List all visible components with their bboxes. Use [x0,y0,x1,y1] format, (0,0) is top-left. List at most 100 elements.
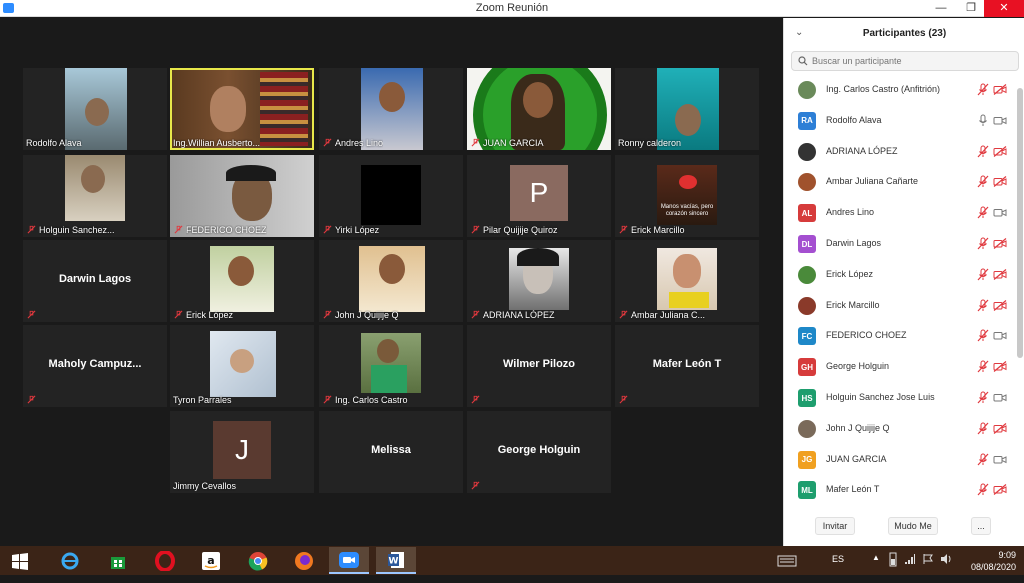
video-tile[interactable]: ADRIANA LÓPEZ [467,240,611,322]
language-indicator[interactable]: ES [832,554,844,583]
participant-row[interactable]: Erick Marcillo [784,291,1017,321]
muted-mic-icon [323,225,332,234]
video-tile[interactable]: FEDERICO CHOEZ [170,155,314,237]
video-off-icon[interactable] [993,84,1007,95]
video-tile[interactable]: Andres Lino [319,68,463,150]
participant-row[interactable]: Erick López [784,260,1017,290]
participant-avatar: HS [798,389,816,407]
muted-mic-icon[interactable] [977,422,989,435]
windows-taskbar: a W ES ▲ 9:09 08/08/2020 [0,546,1024,575]
muted-mic-icon[interactable] [977,237,989,250]
network-icon[interactable] [904,553,916,582]
system-clock[interactable]: 9:09 08/08/2020 [971,549,1016,573]
battery-icon[interactable] [888,551,898,580]
participant-row[interactable]: HS Holguin Sanchez Jose Luis [784,383,1017,413]
more-options-button[interactable]: ... [971,517,991,535]
muted-mic-icon[interactable] [977,329,989,342]
participant-row[interactable]: JG JUAN GARCIA [784,445,1017,475]
video-tile[interactable]: Wilmer Pilozo [467,325,611,407]
video-off-icon[interactable] [993,145,1007,157]
word-icon[interactable]: W [376,547,416,574]
restore-button[interactable]: ❐ [957,0,985,17]
video-tile[interactable]: Ronny calderon [615,68,759,150]
video-icon[interactable] [993,392,1007,403]
scrollbar[interactable] [1017,88,1023,358]
mute-me-button[interactable]: Mudo Me [888,517,938,535]
video-tile[interactable]: Erick López [170,240,314,322]
video-tile[interactable]: George Holguin [467,411,611,493]
video-tile[interactable]: Rodolfo Alava [23,68,167,150]
video-tile[interactable]: Manos vacías, pero corazón sincero Erick… [615,155,759,237]
participant-row[interactable]: Ambar Juliana Cañarte [784,167,1017,197]
minimize-button[interactable]: — [927,0,955,17]
video-icon[interactable] [993,115,1007,126]
muted-mic-icon[interactable] [977,299,989,312]
muted-mic-icon [174,225,183,234]
video-tile[interactable]: Melissa [319,411,463,493]
amazon-icon[interactable]: a [191,547,231,574]
video-tile[interactable]: Holguin Sanchez... [23,155,167,237]
firefox-icon[interactable] [284,547,324,574]
store-icon[interactable] [98,547,138,574]
video-tile[interactable]: Yirki López [319,155,463,237]
participant-avatar: AL [798,204,816,223]
search-input[interactable] [812,54,1012,68]
video-tile[interactable]: Tyron Parrales [170,325,314,407]
participant-row[interactable]: RA Rodolfo Alava [784,106,1017,136]
muted-mic-icon[interactable] [977,145,989,158]
video-off-icon[interactable] [993,238,1007,249]
video-icon[interactable] [993,330,1007,341]
video-tile[interactable]: Maholy Campuz... [23,325,167,407]
participant-row[interactable]: FC FEDERICO CHOEZ [784,321,1017,351]
muted-mic-icon [619,310,628,319]
muted-mic-icon[interactable] [977,391,989,404]
participant-row[interactable]: John J Quijije Q [784,414,1017,444]
video-tile[interactable]: Mafer León T [615,325,759,407]
video-off-icon[interactable] [993,299,1007,311]
participant-row[interactable]: DL Darwin Lagos [784,229,1017,259]
tile-name: Erick Marcillo [631,225,685,235]
participant-row[interactable]: AL Andres Lino [784,198,1017,228]
internet-explorer-icon[interactable] [50,547,90,574]
participant-row[interactable]: ML Mafer León T [784,475,1017,505]
participant-search[interactable] [791,51,1019,71]
video-tile[interactable]: P Pilar Quijije Quiroz [467,155,611,237]
video-icon[interactable] [993,454,1007,465]
muted-mic-icon[interactable] [977,175,989,188]
invite-button[interactable]: Invitar [815,517,855,535]
video-off-icon[interactable] [993,484,1007,496]
video-tile[interactable]: Ing. Carlos Castro [319,325,463,407]
muted-mic-icon[interactable] [977,483,989,496]
video-icon[interactable] [993,207,1007,218]
keyboard-icon[interactable] [776,546,800,575]
muted-mic-icon[interactable] [977,268,989,281]
mic-icon[interactable] [977,114,989,127]
video-off-icon[interactable] [993,176,1007,188]
video-tile[interactable]: J Jimmy Cevallos [170,411,314,493]
video-tile[interactable]: Ambar Juliana C... [615,240,759,322]
video-tile[interactable]: Darwin Lagos [23,240,167,322]
participant-row[interactable]: Ing. Carlos Castro (Anfitrión) [784,75,1017,105]
volume-icon[interactable] [940,553,952,582]
participant-name: Ing. Carlos Castro (Anfitrión) [826,84,941,94]
opera-icon[interactable] [145,547,185,574]
video-tile-active-speaker[interactable]: Ing.Willian Ausberto... [170,68,314,150]
muted-mic-icon[interactable] [977,83,989,96]
participant-row[interactable]: ADRIANA LÓPEZ [784,137,1017,167]
participant-row[interactable]: GH George Holguin [784,352,1017,382]
video-tile[interactable]: JUAN GARCIA [467,68,611,150]
muted-mic-icon[interactable] [977,206,989,219]
chrome-icon[interactable] [238,547,278,574]
video-off-icon[interactable] [993,361,1007,373]
windows-start-icon[interactable] [0,547,40,574]
muted-mic-icon[interactable] [977,360,989,373]
video-off-icon[interactable] [993,422,1007,434]
muted-mic-icon[interactable] [977,453,989,466]
video-tile[interactable]: John J Quijije Q [319,240,463,322]
zoom-icon[interactable] [329,547,369,574]
video-off-icon[interactable] [993,268,1007,280]
close-button[interactable]: ✕ [984,0,1024,17]
flag-icon[interactable] [922,553,934,582]
participant-face [85,98,109,126]
show-hidden-icons-button[interactable]: ▲ [872,553,880,582]
